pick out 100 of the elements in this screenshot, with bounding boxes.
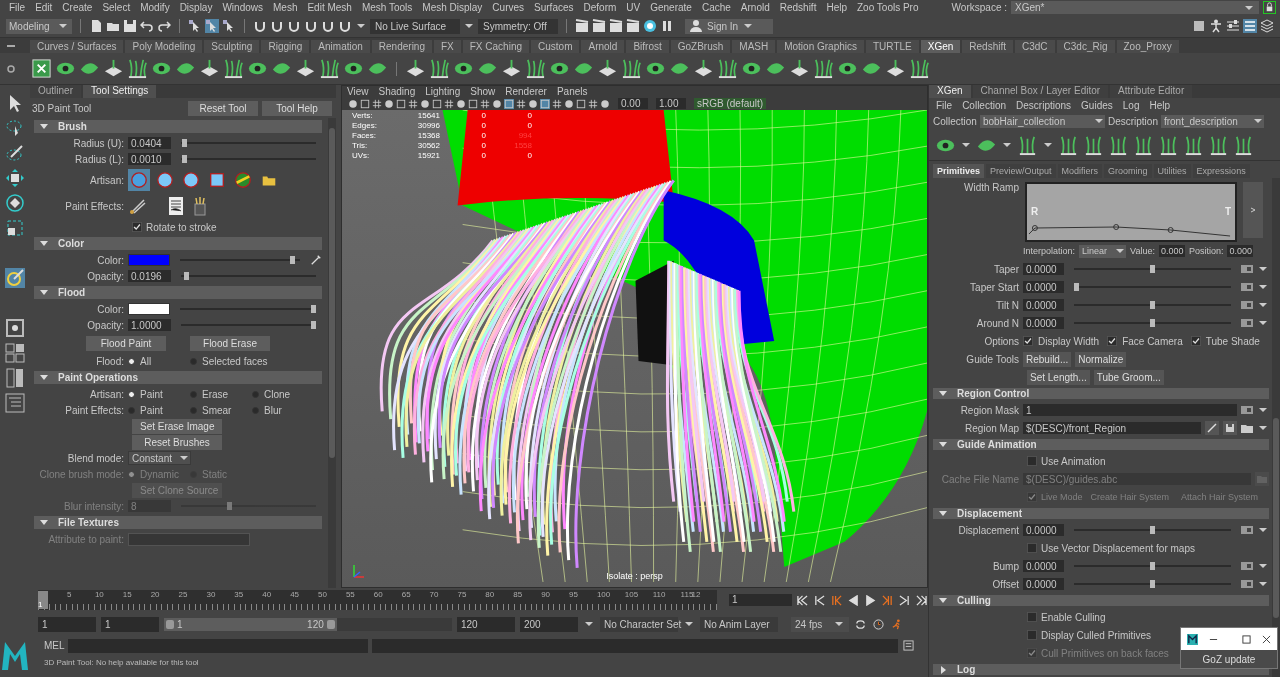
sphere-icon[interactable] xyxy=(456,98,466,109)
hair-strands-icon[interactable] xyxy=(909,58,930,79)
new-file-icon[interactable] xyxy=(89,19,103,33)
lock-icon[interactable] xyxy=(1263,1,1276,14)
folder-icon[interactable] xyxy=(1241,423,1253,433)
color-space-label[interactable]: sRGB (default) xyxy=(694,98,767,109)
value-field[interactable]: 0.0000 xyxy=(1023,263,1064,275)
guide-tool-button[interactable]: Normalize xyxy=(1075,351,1127,367)
shelf-tab[interactable]: Arnold xyxy=(581,40,625,53)
hair-strands-icon[interactable] xyxy=(621,58,642,79)
menu-item[interactable]: Redshift xyxy=(774,2,822,13)
panel-button[interactable]: Flood Paint xyxy=(86,335,166,351)
hair-strands-icon[interactable] xyxy=(1058,134,1079,156)
grid-icon[interactable] xyxy=(444,98,454,109)
shelf-tab[interactable]: Rendering xyxy=(371,40,432,53)
menu-item[interactable]: Edit xyxy=(30,2,58,13)
caret-icon[interactable] xyxy=(1259,580,1267,588)
menu-item[interactable]: Cache xyxy=(696,2,736,13)
value-field[interactable]: 0.0000 xyxy=(1023,560,1064,572)
frame-icon[interactable] xyxy=(432,98,442,109)
hair-strands-icon[interactable] xyxy=(1017,134,1038,156)
frame-icon[interactable] xyxy=(468,98,478,109)
caret-icon[interactable] xyxy=(1044,141,1052,149)
caret-icon[interactable] xyxy=(1259,562,1267,570)
shelf-tab[interactable]: FX xyxy=(434,40,461,53)
hair-strands-icon[interactable] xyxy=(319,58,340,79)
sign-in-button[interactable]: Sign In xyxy=(685,18,773,34)
shelf-tab[interactable]: Rigging xyxy=(261,40,310,53)
scrollbar[interactable] xyxy=(328,118,336,588)
value-field[interactable]: 0.0196 xyxy=(128,270,171,282)
hair-strands-icon[interactable] xyxy=(1183,134,1204,156)
caret-icon[interactable] xyxy=(585,620,593,628)
two-view-layout-icon[interactable] xyxy=(5,368,25,388)
grid-icon[interactable] xyxy=(588,98,598,109)
map-icon[interactable] xyxy=(1241,579,1253,589)
hair-strands-icon[interactable] xyxy=(1208,134,1229,156)
tool-button[interactable]: Reset Tool xyxy=(188,100,258,116)
menu-item[interactable]: Collection xyxy=(957,99,1012,111)
sphere-icon[interactable] xyxy=(420,98,430,109)
sphere-icon[interactable] xyxy=(348,98,358,109)
magnet-icon[interactable] xyxy=(287,19,301,33)
round-brush-icon[interactable] xyxy=(180,169,202,191)
magnet-icon[interactable] xyxy=(338,19,352,33)
save-icon[interactable] xyxy=(123,19,137,33)
frame-icon[interactable] xyxy=(396,98,406,109)
guide-tool-button[interactable]: Set Length... xyxy=(1027,369,1090,385)
map-icon[interactable] xyxy=(1241,561,1253,571)
radio-button[interactable] xyxy=(190,357,197,365)
shelf-tab[interactable]: FX Caching xyxy=(462,40,529,53)
map-icon[interactable] xyxy=(1241,318,1253,328)
viewport-menu[interactable]: Renderer xyxy=(500,86,552,97)
sphere-icon[interactable] xyxy=(528,98,538,109)
checkbox[interactable] xyxy=(1027,630,1037,640)
sphere-icon[interactable] xyxy=(384,98,394,109)
value-field[interactable]: 0.0000 xyxy=(1023,299,1064,311)
caret-icon[interactable] xyxy=(1259,526,1267,534)
value-field[interactable]: 0.0000 xyxy=(1023,524,1064,536)
soft-brush-icon[interactable] xyxy=(154,169,176,191)
grid-icon[interactable] xyxy=(408,98,418,109)
clapboard-icon[interactable] xyxy=(626,19,640,33)
slider-thumb[interactable] xyxy=(1150,526,1155,534)
caret-icon[interactable] xyxy=(1259,301,1267,309)
shelf-tab[interactable]: C3dC xyxy=(1015,40,1055,53)
caret-icon[interactable] xyxy=(180,454,188,462)
grid-plane-icon[interactable] xyxy=(885,58,906,79)
step-frame-icon[interactable] xyxy=(882,594,893,606)
section-header[interactable]: Paint Operations xyxy=(34,371,322,384)
range-slider[interactable]: 1 120 xyxy=(164,617,337,631)
pause-icon[interactable] xyxy=(660,19,674,33)
hair-strands-icon[interactable] xyxy=(223,58,244,79)
caret-icon[interactable] xyxy=(1259,319,1267,327)
symmetry-field[interactable]: Symmetry: Off xyxy=(478,18,558,34)
scale-icon[interactable] xyxy=(5,218,25,238)
play-icon[interactable] xyxy=(865,594,876,606)
shelf-tab[interactable]: Redshift xyxy=(962,40,1013,53)
panel-tab[interactable]: Attribute Editor xyxy=(1110,85,1193,98)
menu-item[interactable]: Windows xyxy=(217,2,268,13)
command-language-label[interactable]: MEL xyxy=(44,640,64,651)
shelf-tab[interactable]: Bifrost xyxy=(626,40,669,53)
menu-item[interactable]: Log xyxy=(1117,99,1145,111)
loop-icon[interactable] xyxy=(855,618,866,630)
shelf-tab[interactable]: Animation xyxy=(311,40,370,53)
collection-dropdown[interactable]: bobHair_collection xyxy=(979,114,1105,128)
hair-strands-icon[interactable] xyxy=(1083,134,1104,156)
close-icon[interactable] xyxy=(1262,634,1271,644)
frame-icon[interactable] xyxy=(576,98,586,109)
menu-item[interactable]: Curves xyxy=(487,2,530,13)
map-icon[interactable] xyxy=(1241,264,1253,274)
caret-icon[interactable] xyxy=(744,22,753,30)
grid-cube-icon[interactable] xyxy=(1192,19,1206,33)
value-field[interactable]: 0.000 xyxy=(1158,245,1185,257)
hair-strands-icon[interactable] xyxy=(525,58,546,79)
caret-icon[interactable] xyxy=(1259,265,1267,273)
menu-item[interactable]: Edit Mesh xyxy=(302,2,357,13)
hair-strands-icon[interactable] xyxy=(813,58,834,79)
section-header[interactable]: Region Control xyxy=(933,388,1269,399)
caret-icon[interactable] xyxy=(1253,117,1262,125)
shelf-tab[interactable]: Custom xyxy=(531,40,580,53)
attribute-field[interactable] xyxy=(128,532,250,546)
menu-item[interactable]: Descriptions xyxy=(1011,99,1077,111)
